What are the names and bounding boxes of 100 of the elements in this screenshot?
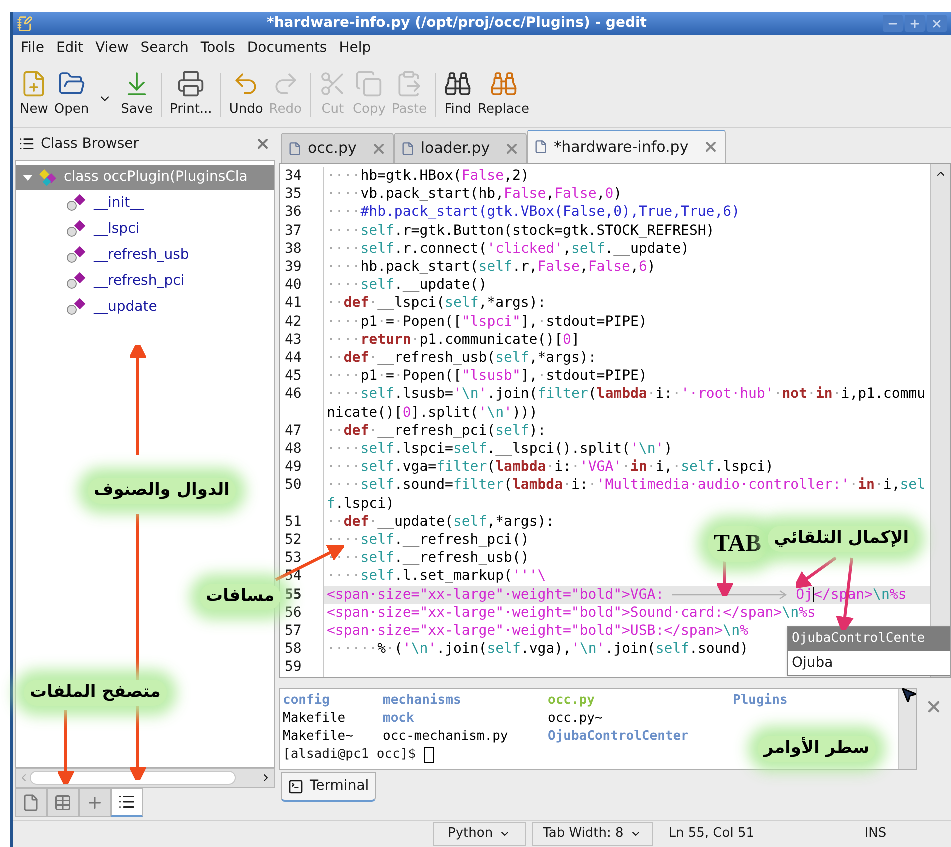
- code-line: ····self.l.set_markup('''\: [327, 568, 546, 584]
- insert-mode: INS: [864, 825, 887, 844]
- cursor-position: Ln 55, Col 51: [668, 825, 756, 844]
- toolbar-button[interactable]: Save: [118, 70, 156, 120]
- code-line: ····self.lsusb='\n'.join(filter(lambda·i:·'·root·hub'·not·in·i,p1.communicate()[0].split('\n'))): [327, 386, 926, 421]
- toolbar-button[interactable]: Find: [441, 70, 476, 120]
- annotation-label: الدوال والصنوف: [88, 478, 236, 504]
- code-line: ··def·__update(self,*args):: [327, 514, 555, 530]
- list-icon: [118, 793, 136, 811]
- window-title: *hardware-info.py (/opt/proj/occ/Plugins) - gedit: [266, 14, 648, 33]
- terminal-text: occ.py~: [548, 710, 604, 728]
- list-icon: [19, 136, 35, 152]
- code-line: ····p1·=·Popen(["lsusb"],·stdout=PIPE): [327, 368, 648, 384]
- file-icon: [400, 142, 415, 156]
- code-line: ··def·__refresh_usb(self,*args):: [327, 350, 597, 366]
- code-line: ····#hb.pack_start(gtk.VBox(False,0),True,True,6): [327, 204, 740, 220]
- code-line: ····self.sound=filter(lambda·i:·'Multimedia·audio·controller:'·in·i,self.lspci): [327, 477, 926, 512]
- minimize-button[interactable]: [883, 15, 903, 32]
- plus-icon: [909, 18, 921, 30]
- close-icon: [931, 18, 943, 30]
- terminal-text: mock: [383, 710, 416, 728]
- terminal-text: occ.py: [548, 692, 596, 710]
- code-line: ····return·p1.communicate()[0]: [327, 332, 580, 348]
- mouse-pointer-icon: [900, 686, 918, 704]
- menu-item[interactable]: File: [15, 38, 50, 59]
- code-line: ··def·__refresh_pci(self):: [327, 422, 546, 439]
- annotation-label: مسافات: [200, 584, 281, 610]
- close-icon[interactable]: [255, 136, 271, 152]
- toolbar-button[interactable]: Print...: [167, 70, 216, 120]
- code-line: ··def·__lspci(self,*args):: [327, 295, 546, 312]
- copy-icon: [355, 70, 384, 98]
- maximize-button[interactable]: [905, 15, 925, 32]
- terminal-text: config: [283, 692, 331, 710]
- code-editor[interactable]: [279, 163, 951, 678]
- code-line: ····hb=gtk.HBox(False,2): [327, 168, 530, 184]
- tree-item[interactable]: __init__: [16, 190, 274, 216]
- horizontal-scrollbar[interactable]: [15, 768, 275, 788]
- terminal-text: occ-mechanism.py: [383, 728, 510, 746]
- close-button[interactable]: [927, 15, 947, 32]
- code-line: ······%·('\n'.join(self.vga),'\n'.join(self.sound): [327, 641, 749, 658]
- menu-item[interactable]: View: [90, 38, 135, 59]
- code-text: <span·size="xx-large"·weight="bold">VGA:: [327, 586, 664, 603]
- file-icon: [288, 142, 302, 156]
- annotation-label: متصفح الملفات: [24, 680, 167, 706]
- completion-item[interactable]: Ojuba: [788, 651, 950, 675]
- vertical-scrollbar[interactable]: [898, 689, 916, 769]
- panel-title: Class Browser: [41, 134, 140, 154]
- tree-item[interactable]: __update: [16, 294, 274, 320]
- code-line: <span·size="xx-large"·weight="bold">USB:</span>\n%: [327, 623, 748, 640]
- code-line: ····self.__update(): [327, 277, 488, 294]
- code-line: ····self.lspci=self.__lspci().split('\n'): [327, 441, 673, 458]
- toolbar-button[interactable]: New: [17, 70, 52, 120]
- terminal-prompt: [alsadi@pc1 occ]$: [283, 746, 416, 764]
- terminal-text: Plugins: [733, 692, 789, 710]
- expander-icon[interactable]: [22, 172, 34, 182]
- terminal-icon: [288, 778, 304, 794]
- method-icon: [66, 194, 88, 212]
- code-line: ····self.r.connect('clicked',self.__update): [327, 240, 690, 257]
- code-line: ····vb.pack_start(hb,False,False,0): [327, 186, 622, 202]
- file-icon: [534, 140, 548, 154]
- code-line: ····self.r=gtk.Button(stock=gtk.STOCK_REFRESH): [327, 222, 715, 239]
- annotation-label: سطر الأوامر: [758, 736, 876, 762]
- menu-item[interactable]: Tools: [194, 38, 242, 59]
- menu-item[interactable]: Help: [333, 38, 378, 59]
- side-panel-tab[interactable]: [111, 788, 143, 817]
- code-line: ····p1·=·Popen(["lspci"],·stdout=PIPE): [327, 314, 648, 330]
- code-line: ····self.__refresh_pci(): [327, 532, 530, 548]
- terminal-cursor: [424, 747, 434, 763]
- panel-tab[interactable]: Terminal: [281, 772, 376, 802]
- app-icon: [17, 16, 33, 32]
- tree-item[interactable]: __lspci: [16, 216, 274, 242]
- binoculars-icon: [444, 70, 472, 98]
- code-line: <span·size="xx-large"·weight="bold">Sound·card:</span>\n%s: [327, 604, 816, 621]
- toolbar-button[interactable]: Replace: [475, 70, 532, 120]
- terminal-text: Makefile: [283, 710, 347, 728]
- editor-tab[interactable]: occ.py: [281, 133, 394, 163]
- vertical-scrollbar[interactable]: [930, 164, 950, 677]
- editor-tab[interactable]: *hardware-info.py: [527, 130, 726, 163]
- toolbar-button[interactable]: Open: [51, 70, 92, 120]
- editor-tab[interactable]: loader.py: [394, 133, 528, 163]
- language-dropdown[interactable]: Python: [433, 822, 526, 846]
- toolbar-button[interactable]: Undo: [226, 70, 266, 120]
- terminal-text: mechanisms: [383, 692, 462, 710]
- method-icon: [66, 246, 88, 264]
- menu-item[interactable]: Edit: [50, 38, 90, 59]
- tree-item[interactable]: __refresh_usb: [16, 242, 274, 268]
- menu-item[interactable]: Documents: [241, 38, 334, 59]
- menu-item[interactable]: Search: [134, 38, 195, 59]
- tree-item[interactable]: __refresh_pci: [16, 268, 274, 294]
- tab-width-dropdown[interactable]: Tab Width: 8: [532, 822, 653, 846]
- terminal-text: OjubaControlCenter: [548, 728, 690, 746]
- completion-item[interactable]: OjubaControlCente: [788, 627, 950, 651]
- code-text: Oj: [796, 586, 814, 603]
- table-icon: [54, 794, 72, 812]
- code-line: ····self.vga=filter(lambda·i:·'VGA'·in·i,·self.lspci): [327, 459, 774, 476]
- code-text: \n: [873, 586, 890, 603]
- code-text: %s: [890, 586, 907, 603]
- binoculars-icon: [490, 70, 518, 98]
- line-number: 55: [280, 586, 324, 604]
- method-icon: [66, 272, 88, 290]
